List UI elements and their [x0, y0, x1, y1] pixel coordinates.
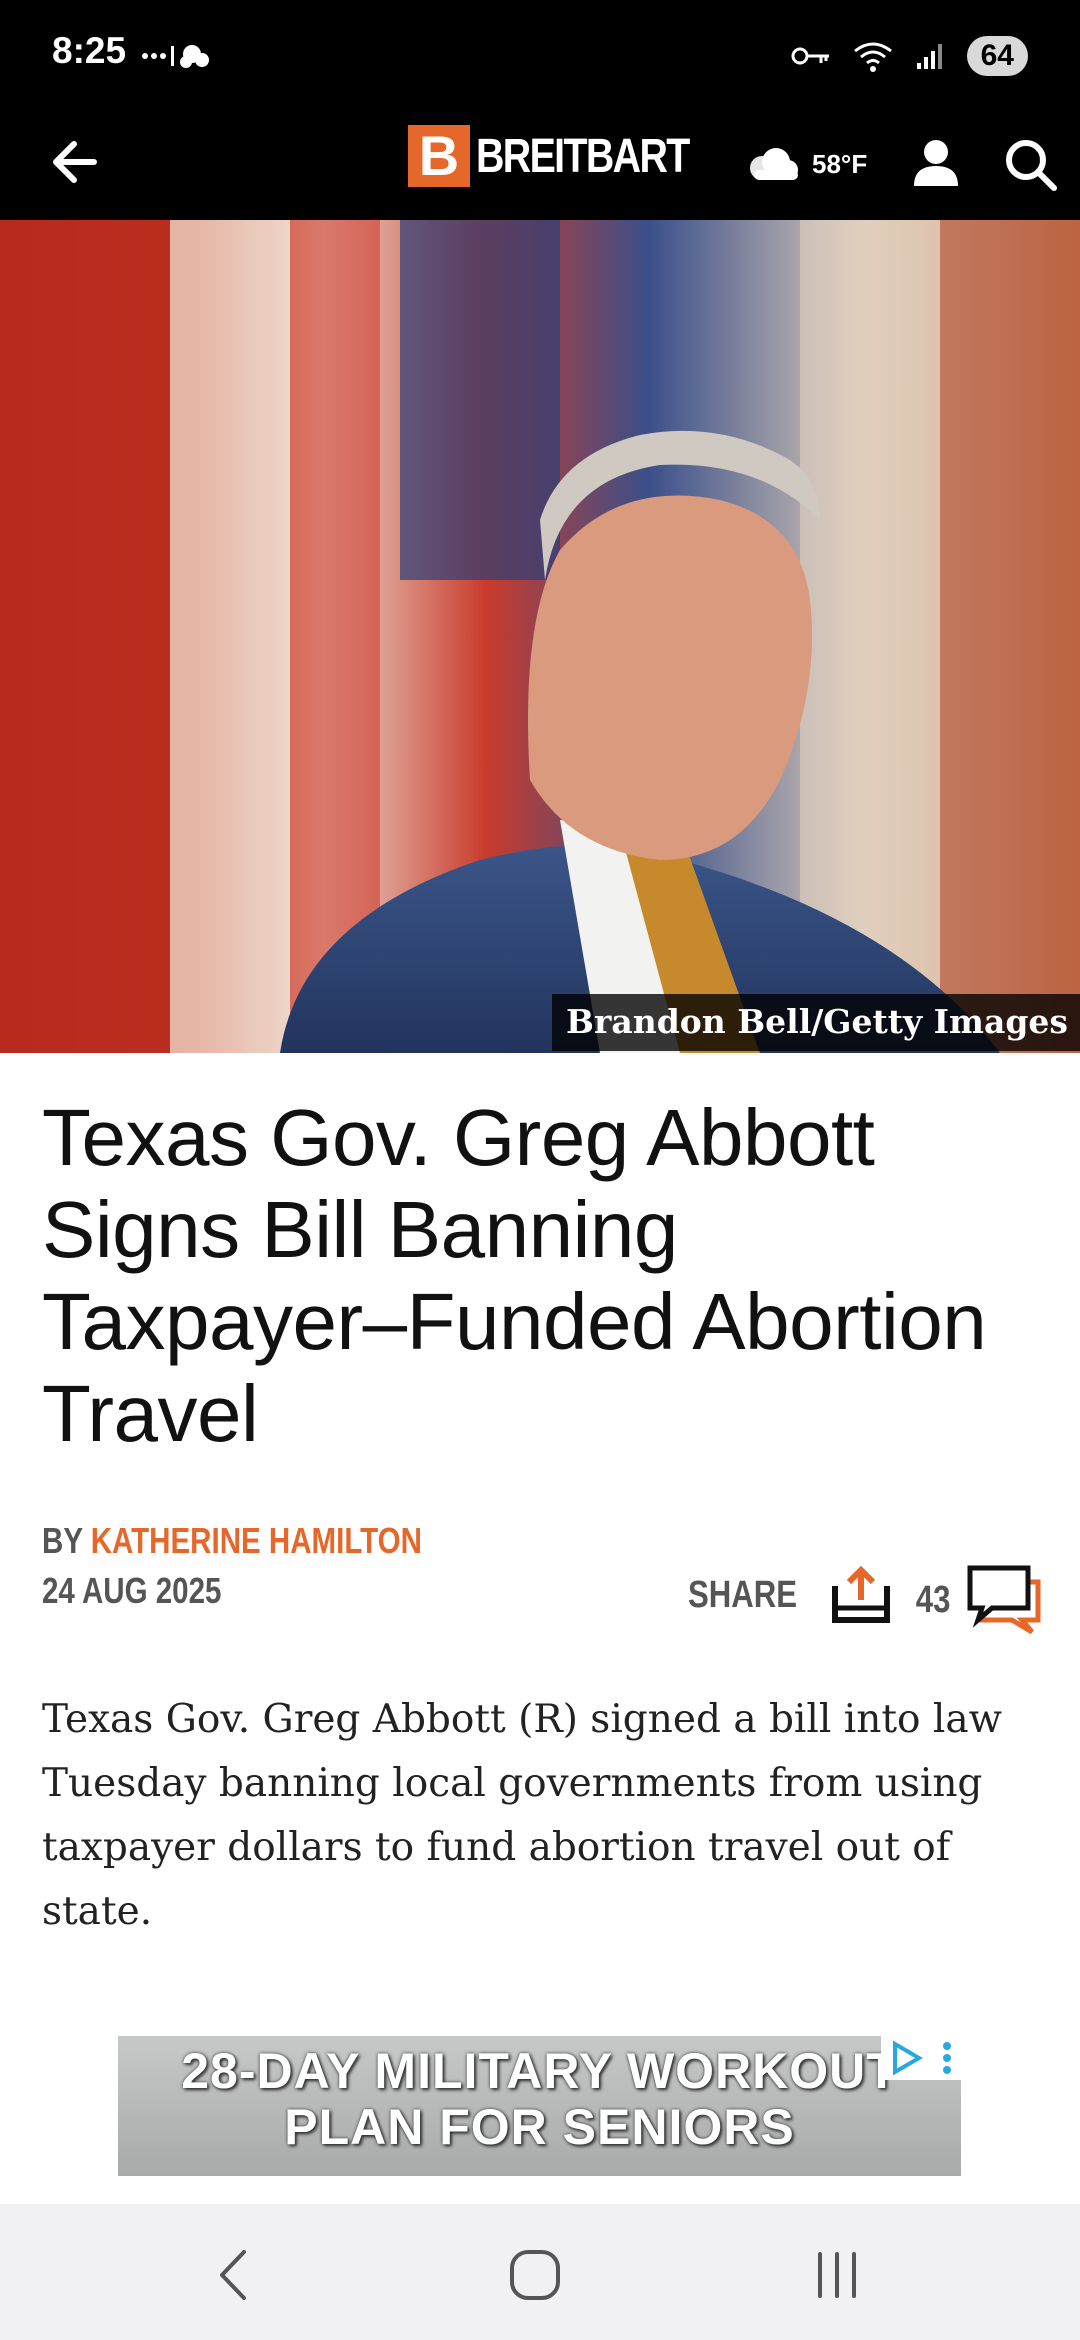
search-icon[interactable] [1000, 134, 1060, 194]
ad-choices-badge[interactable] [881, 2036, 961, 2080]
ad-headline-line1: 28-DAY MILITARY WORKOUT [181, 2043, 898, 2099]
share-icon [832, 1565, 891, 1623]
publish-date: 24 AUG 2025 [42, 1570, 222, 1611]
advertisement-banner[interactable]: 28-DAY MILITARY WORKOUT PLAN FOR SENIORS [118, 2036, 961, 2176]
comment-icon [967, 1565, 1041, 1635]
cloud-icon [750, 148, 798, 180]
brand-mark: B [408, 125, 470, 187]
article-headline: Texas Gov. Greg Abbott Signs Bill Bannin… [42, 1093, 987, 1458]
signal-icon [916, 44, 942, 69]
nav-recents-icon[interactable] [802, 2240, 872, 2310]
brand-name: BREITBART [476, 129, 690, 183]
app-header: B BREITBART 58°F [0, 112, 1080, 220]
wifi-icon [853, 42, 892, 72]
article-body-paragraph: Texas Gov. Greg Abbott (R) signed a bill… [42, 1697, 1002, 1934]
notification-icons [142, 45, 209, 68]
photo-credit: Brandon Bell/Getty Images [552, 994, 1080, 1051]
system-navigation-bar [0, 2204, 1080, 2340]
comment-count: 43 [915, 1578, 951, 1621]
nav-home-icon[interactable] [500, 2240, 570, 2310]
ad-headline-line2: PLAN FOR SENIORS [284, 2099, 795, 2155]
share-button[interactable]: SHARE [688, 1562, 893, 1628]
nav-back-icon[interactable] [200, 2240, 270, 2310]
status-bar: 8:25 64 [0, 0, 1080, 112]
status-time: 8:25 [52, 30, 127, 71]
battery-indicator: 64 [966, 36, 1028, 76]
comments-button[interactable]: 43 [912, 1562, 1044, 1638]
vpn-key-icon [791, 47, 829, 65]
author-link[interactable]: KATHERINE HAMILTON [91, 1520, 422, 1561]
byline-prefix: BY [42, 1520, 91, 1561]
status-right-icons: 64 [791, 32, 1028, 80]
back-arrow-icon[interactable] [44, 130, 108, 194]
hero-photo [0, 220, 1080, 1053]
user-account-icon[interactable] [906, 132, 966, 192]
weather-widget[interactable]: 58°F [740, 134, 867, 194]
byline: BY KATHERINE HAMILTON [42, 1520, 422, 1562]
share-label: SHARE [688, 1573, 798, 1616]
weather-temperature: 58°F [812, 148, 868, 179]
ad-choices-icon [893, 2040, 951, 2076]
brand-logo[interactable]: B BREITBART [408, 124, 735, 188]
hero-image[interactable]: Brandon Bell/Getty Images [0, 220, 1080, 1053]
